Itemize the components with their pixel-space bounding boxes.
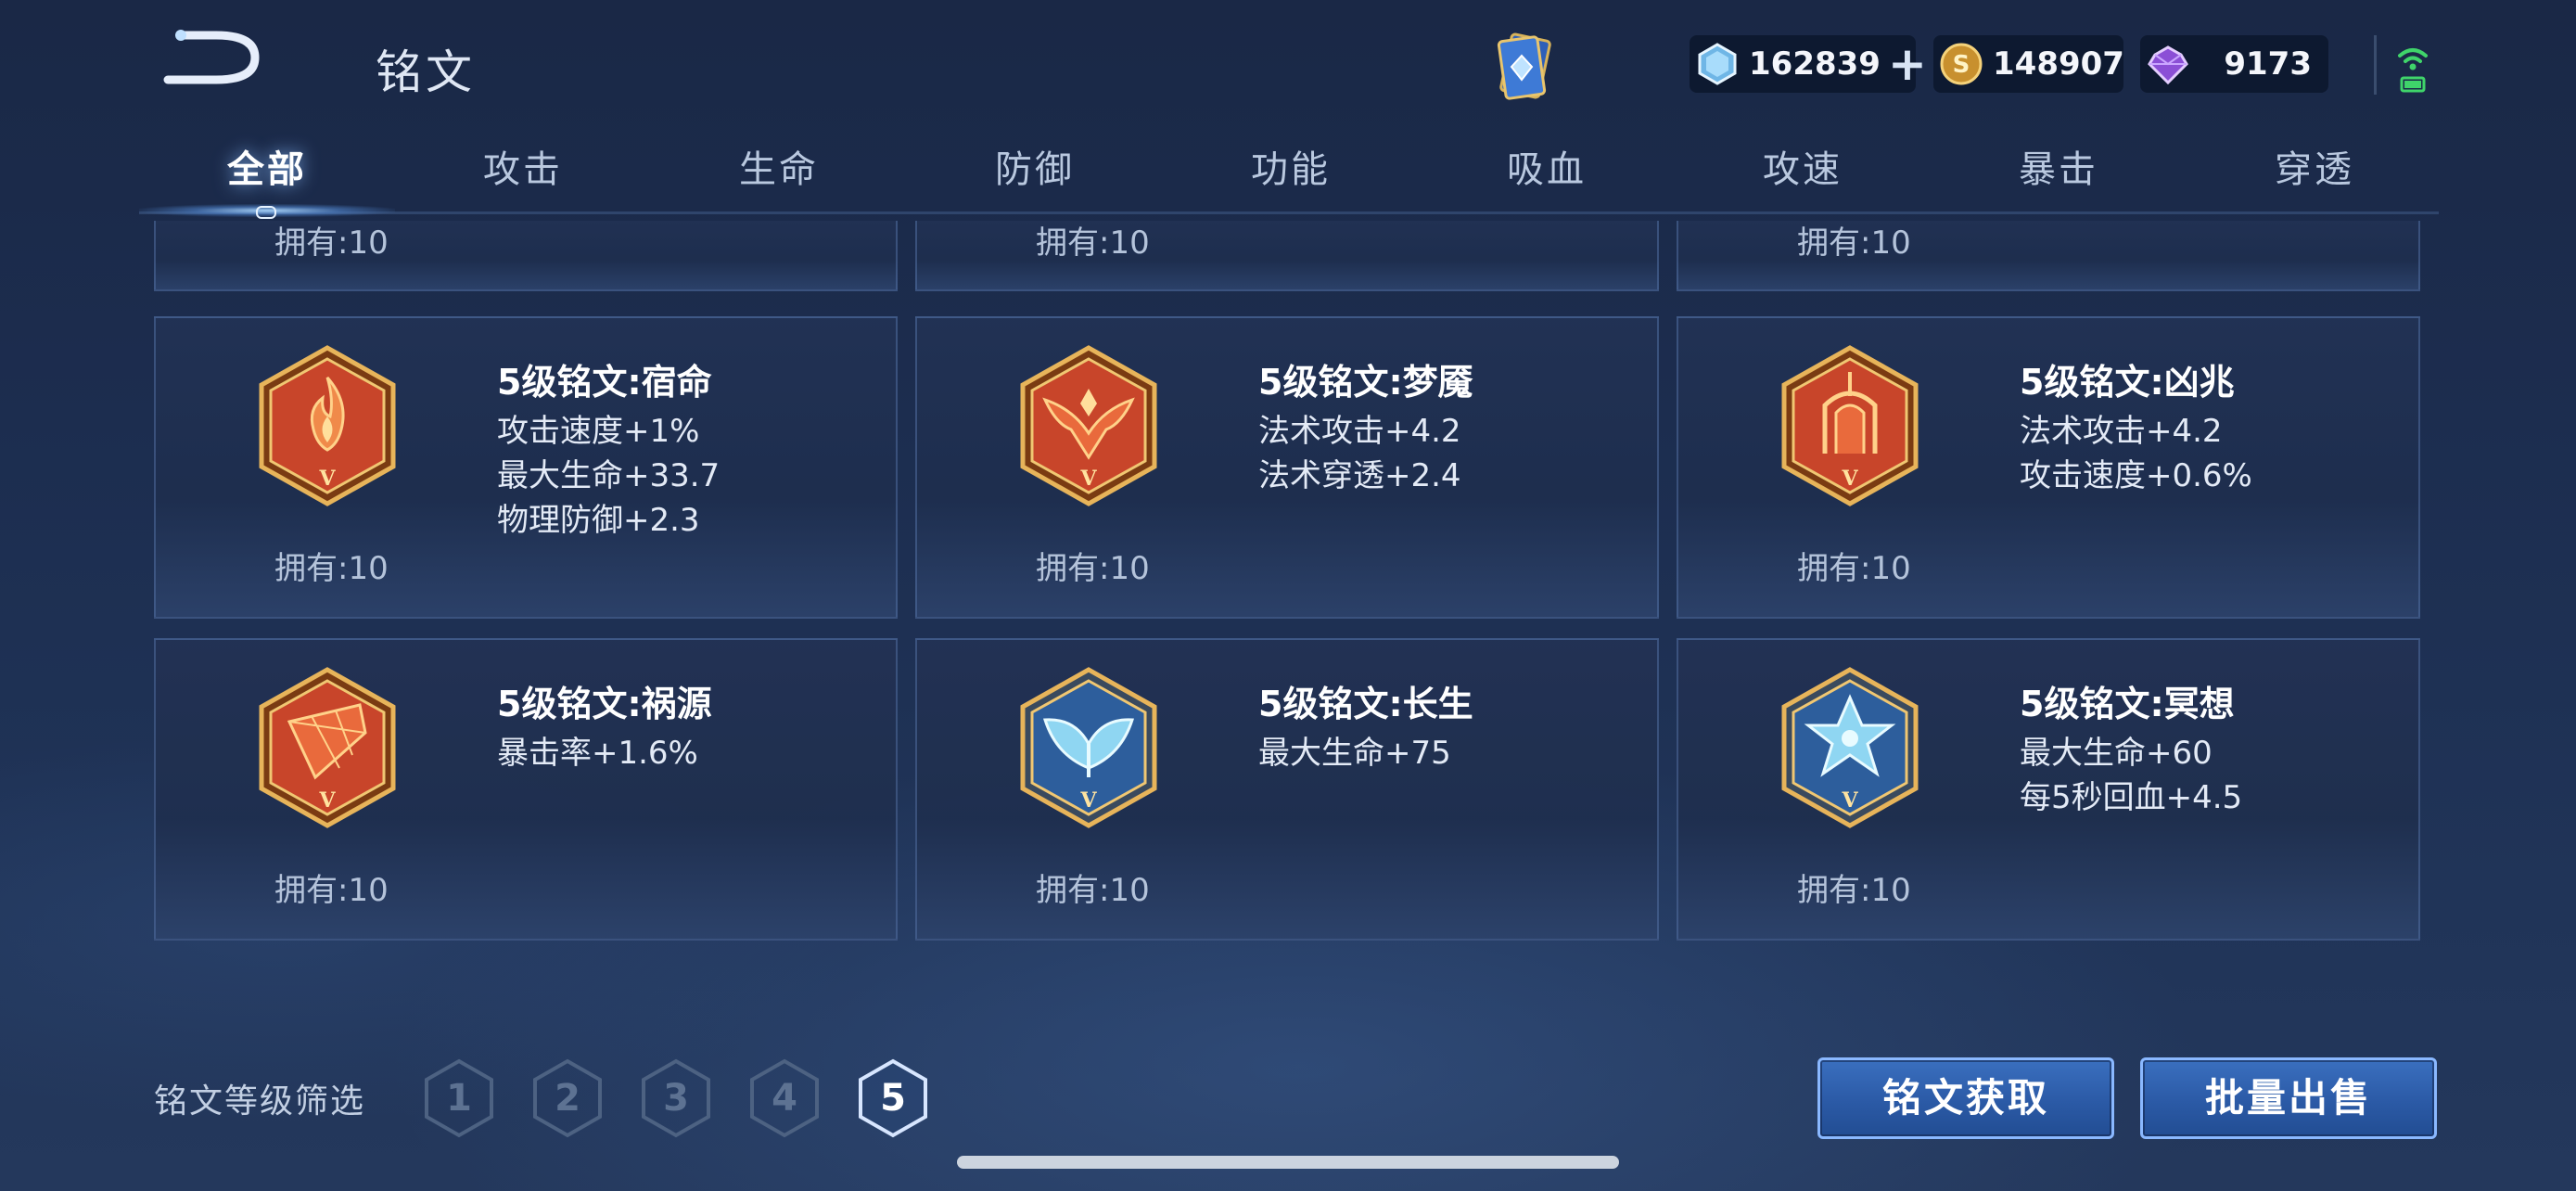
rune-level-roman: V <box>318 467 336 491</box>
diamond-icon <box>1698 43 1737 85</box>
gem-currency: 9173 <box>2140 35 2328 93</box>
owned-count: 拥有:10 <box>1036 550 1150 587</box>
diamond-currency: 162839 + <box>1690 35 1927 93</box>
owned-count: 拥有:10 <box>1797 550 1911 587</box>
rune-attributes: 最大生命+60 每5秒回血+4.5 <box>2020 731 2242 820</box>
rune-attributes: 攻击速度+1% 最大生命+33.7 物理防御+2.3 <box>497 409 720 543</box>
header-divider <box>2374 35 2377 95</box>
rune-level-roman: V <box>1841 788 1858 813</box>
level-number: 5 <box>880 1077 906 1120</box>
page-title: 铭文 <box>376 45 476 99</box>
svg-text:S: S <box>1953 51 1970 79</box>
card-deck-icon[interactable] <box>1484 28 1567 111</box>
rune-attributes: 法术攻击+4.2 攻击速度+0.6% <box>2020 409 2252 498</box>
shard-rune-icon: V <box>259 667 396 828</box>
tab-utility[interactable]: 功能 <box>1163 139 1419 193</box>
tab-critical[interactable]: 暴击 <box>1931 139 2187 193</box>
rune-level-roman: V <box>1079 467 1097 491</box>
diamond-amount: 162839 <box>1749 45 1881 83</box>
flame-rune-icon: V <box>259 345 396 506</box>
rune-attribute: 攻击速度+0.6% <box>2020 457 2252 494</box>
level-number: 2 <box>555 1077 580 1120</box>
purple-gem-icon <box>2148 45 2188 85</box>
active-tab-indicator <box>256 206 276 219</box>
tab-underline <box>139 211 2439 214</box>
level-filter-1[interactable]: 1 <box>422 1057 496 1139</box>
acquire-runes-button[interactable]: 铭文获取 <box>1817 1057 2114 1139</box>
level-number: 1 <box>446 1077 472 1120</box>
category-tabs: 全部 攻击 生命 防御 功能 吸血 攻速 暴击 穿透 <box>139 139 2439 213</box>
rune-attribute: 最大生命+60 <box>2020 735 2213 772</box>
level-number: 4 <box>772 1077 797 1120</box>
rune-title: 5级铭文:梦魇 <box>1258 362 1473 403</box>
rune-attribute: 每5秒回血+4.5 <box>2020 779 2243 816</box>
tab-defense[interactable]: 防御 <box>907 139 1163 193</box>
add-diamond-button[interactable]: + <box>1888 41 1927 87</box>
gem-amount: 9173 <box>2224 45 2312 83</box>
rune-attributes: 暴击率+1.6% <box>497 731 698 775</box>
crystal-rune-icon: V <box>1781 667 1919 828</box>
tab-lifesteal[interactable]: 吸血 <box>1419 139 1675 193</box>
level-filter-3[interactable]: 3 <box>639 1057 713 1139</box>
network-signal-icon <box>2398 48 2428 93</box>
owned-count: 拥有:10 <box>1797 872 1911 909</box>
rune-card-partial[interactable]: 拥有:10 <box>1677 221 2420 291</box>
rune-card-partial[interactable]: 拥有:10 <box>154 221 898 291</box>
owned-count: 拥有:10 <box>274 872 389 909</box>
rune-title: 5级铭文:冥想 <box>2020 684 2235 724</box>
gate-rune-icon: V <box>1781 345 1919 506</box>
rune-level-roman: V <box>318 788 336 813</box>
owned-count: 拥有:10 <box>1797 224 1911 262</box>
rune-attribute: 法术攻击+4.2 <box>2020 413 2223 450</box>
level-filter-2[interactable]: 2 <box>530 1057 605 1139</box>
rune-card-omen[interactable]: V 5级铭文:凶兆 法术攻击+4.2 攻击速度+0.6% 拥有:10 <box>1677 316 2420 619</box>
gold-currency: S 148907 <box>1933 35 2124 93</box>
gold-amount: 148907 <box>1993 45 2124 83</box>
home-indicator[interactable] <box>957 1156 1619 1169</box>
level-filter-4[interactable]: 4 <box>747 1057 822 1139</box>
rune-attribute: 法术穿透+2.4 <box>1258 457 1461 494</box>
rune-title: 5级铭文:祸源 <box>497 684 712 724</box>
rune-attribute: 最大生命+33.7 <box>497 457 721 494</box>
owned-count: 拥有:10 <box>1036 872 1150 909</box>
bulk-sell-button[interactable]: 批量出售 <box>2140 1057 2437 1139</box>
rune-card-partial[interactable]: 拥有:10 <box>915 221 1659 291</box>
rune-attribute: 物理防御+2.3 <box>497 502 700 539</box>
rune-card-nightmare[interactable]: V 5级铭文:梦魇 法术攻击+4.2 法术穿透+2.4 拥有:10 <box>915 316 1659 619</box>
tab-attack-speed[interactable]: 攻速 <box>1675 139 1931 193</box>
rune-card-meditation[interactable]: V 5级铭文:冥想 最大生命+60 每5秒回血+4.5 拥有:10 <box>1677 638 2420 941</box>
rune-attribute: 攻击速度+1% <box>497 413 700 450</box>
gold-coin-icon: S <box>1940 43 1983 85</box>
tab-health[interactable]: 生命 <box>651 139 907 193</box>
rune-attributes: 法术攻击+4.2 法术穿透+2.4 <box>1258 409 1461 498</box>
rune-grid: 拥有:10 拥有:10 拥有:10 V 5级铭文:宿命 攻击速度+1% 最大生命… <box>154 221 2420 954</box>
rune-title: 5级铭文:长生 <box>1258 684 1473 724</box>
level-number: 3 <box>663 1077 689 1120</box>
rune-title: 5级铭文:凶兆 <box>2020 362 2235 403</box>
winged-rune-icon: V <box>1020 345 1157 506</box>
rune-card-longevity[interactable]: V 5级铭文:长生 最大生命+75 拥有:10 <box>915 638 1659 941</box>
leaf-rune-icon: V <box>1020 667 1157 828</box>
owned-count: 拥有:10 <box>274 224 389 262</box>
owned-count: 拥有:10 <box>1036 224 1150 262</box>
owned-count: 拥有:10 <box>274 550 389 587</box>
rune-attribute: 暴击率+1.6% <box>497 735 698 772</box>
level-filter-5[interactable]: 5 <box>856 1057 930 1139</box>
rune-attributes: 最大生命+75 <box>1258 731 1451 775</box>
rune-card-fate[interactable]: V 5级铭文:宿命 攻击速度+1% 最大生命+33.7 物理防御+2.3 拥有:… <box>154 316 898 619</box>
back-button[interactable] <box>162 28 274 93</box>
level-filter-label: 铭文等级筛选 <box>154 1082 366 1121</box>
rune-card-calamity[interactable]: V 5级铭文:祸源 暴击率+1.6% 拥有:10 <box>154 638 898 941</box>
rune-attribute: 最大生命+75 <box>1258 735 1451 772</box>
rune-level-roman: V <box>1841 467 1858 491</box>
rune-title: 5级铭文:宿命 <box>497 362 712 403</box>
rune-level-roman: V <box>1079 788 1097 813</box>
rune-attribute: 法术攻击+4.2 <box>1258 413 1461 450</box>
tab-all[interactable]: 全部 <box>139 139 395 193</box>
tab-attack[interactable]: 攻击 <box>395 139 651 193</box>
tab-penetration[interactable]: 穿透 <box>2187 139 2442 193</box>
